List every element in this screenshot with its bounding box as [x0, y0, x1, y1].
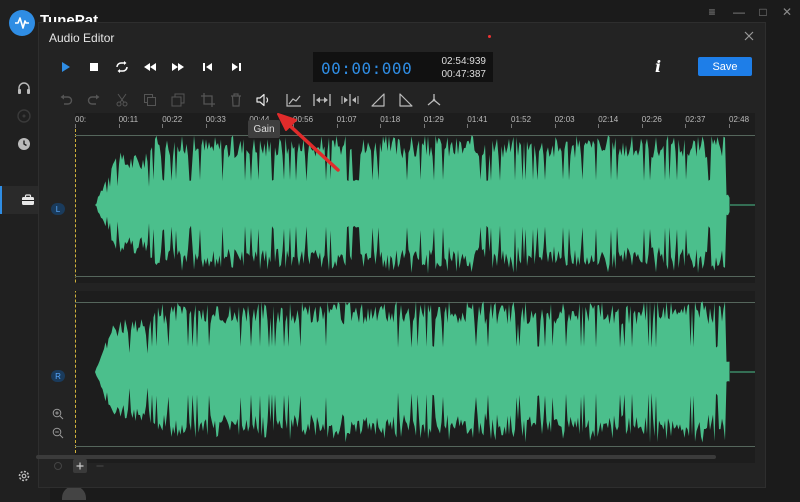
annotation-arrow [277, 113, 340, 172]
time-display: 00:00:000 02:54:939 00:47:387 [313, 52, 493, 82]
timeline-tick-label: 02:26 [641, 115, 662, 124]
skip-start-icon[interactable] [199, 58, 217, 76]
total-duration: 02:54:939 [441, 56, 487, 67]
close-window-icon[interactable]: ✕ [779, 4, 795, 20]
timeline-tick-label: 00:11 [118, 115, 139, 124]
channel-bottom-line [75, 276, 755, 277]
music-wave-icon [15, 17, 29, 29]
gain-icon[interactable] [255, 91, 273, 109]
settings-icon[interactable] [14, 466, 34, 486]
avatar[interactable] [62, 486, 86, 500]
headphones-icon[interactable] [14, 78, 34, 98]
redo-icon[interactable] [85, 91, 103, 109]
menu-icon[interactable]: ≡ [704, 4, 720, 20]
delete-icon[interactable] [227, 91, 245, 109]
info-icon[interactable]: i [655, 57, 661, 76]
skip-end-icon[interactable] [227, 58, 245, 76]
dialog-title: Audio Editor [49, 31, 115, 45]
minimize-icon[interactable]: — [731, 4, 747, 20]
waveform-editor[interactable]: 00:00:1100:2200:3300:4400:5601:0701:1801… [51, 113, 755, 463]
fast-forward-icon[interactable] [169, 58, 187, 76]
timeline-tick-label: 01:52 [511, 115, 532, 124]
maximize-icon[interactable]: □ [755, 4, 771, 20]
timeline-tick-mark [511, 124, 512, 128]
rewind-icon[interactable] [141, 58, 159, 76]
refresh-icon[interactable] [51, 459, 65, 473]
timeline-tick-mark [467, 124, 469, 128]
horizontal-scrollbar[interactable] [36, 455, 716, 459]
timeline-tick-label: 00:33 [205, 115, 226, 124]
timeline-tick-label: 02:37 [685, 115, 706, 124]
crop-icon[interactable] [199, 91, 217, 109]
right-channel-label: R [51, 370, 65, 382]
timeline-tick-mark [75, 124, 76, 128]
channel-separator [75, 283, 755, 291]
timeline-tick-label: 01:29 [423, 115, 444, 124]
stop-icon[interactable] [85, 58, 103, 76]
timeline-tick-mark [554, 124, 556, 128]
timeline-tick-label: 02:03 [554, 115, 575, 124]
recording-indicator [488, 35, 491, 38]
remove-track-icon[interactable] [93, 459, 107, 473]
timeline-tick-mark [598, 124, 600, 128]
disc-icon[interactable] [14, 106, 34, 126]
app-logo [9, 10, 35, 36]
timeline-tick-label: 02:14 [598, 115, 619, 124]
left-channel-label: L [51, 203, 65, 215]
timeline-tick-mark [380, 124, 382, 128]
save-button[interactable]: Save [698, 57, 752, 76]
fade-in-icon[interactable] [369, 91, 387, 109]
fade-icon[interactable] [285, 91, 303, 109]
right-channel-waveform[interactable] [75, 299, 755, 445]
audio-editor-dialog: Audio Editor 00:00:000 02:54:939 00:47:3… [38, 22, 766, 488]
history-icon[interactable] [14, 134, 34, 154]
shrink-icon[interactable] [341, 91, 359, 109]
add-track-icon[interactable] [73, 459, 87, 473]
waveform-shape [95, 301, 730, 443]
cut-icon[interactable] [113, 91, 131, 109]
app-window: TunePat ≡ — □ ✕ Audio Editor 00:00:000 0… [0, 0, 800, 502]
expand-icon[interactable] [313, 91, 331, 109]
timeline-tick-label: 00: [75, 115, 87, 124]
waveform-shape [95, 135, 730, 274]
timeline-tick-label: 02:48 [729, 115, 750, 124]
timeline-tick-mark [423, 124, 425, 128]
fade-out-icon[interactable] [397, 91, 415, 109]
edit-toolbar [39, 87, 767, 113]
timeline-tick-mark [205, 124, 207, 128]
current-time: 00:00:000 [321, 59, 413, 78]
close-icon[interactable] [741, 28, 757, 44]
channel-bottom-line [75, 446, 755, 447]
timeline-tick-label: 01:41 [467, 115, 488, 124]
timeline-tick-mark [162, 124, 164, 128]
play-icon[interactable] [57, 58, 75, 76]
timeline-tick-label: 01:18 [380, 115, 401, 124]
timeline-tick-mark [641, 124, 643, 128]
merge-icon[interactable] [425, 91, 443, 109]
copy-icon[interactable] [141, 91, 159, 109]
timeline-tick-mark [729, 124, 730, 128]
paste-icon[interactable] [169, 91, 187, 109]
zoom-out-icon[interactable] [51, 426, 65, 440]
loop-icon[interactable] [113, 58, 131, 76]
timeline-tick-label: 00:22 [162, 115, 183, 124]
timeline-ruler[interactable]: 00:00:1100:2200:3300:4400:5601:0701:1801… [75, 113, 755, 129]
timeline-tick-mark [685, 124, 687, 128]
undo-icon[interactable] [57, 91, 75, 109]
timeline-tick-mark [118, 124, 120, 128]
left-channel-waveform[interactable] [75, 133, 755, 277]
selection-duration: 00:47:387 [441, 69, 487, 80]
zoom-in-icon[interactable] [51, 407, 65, 421]
